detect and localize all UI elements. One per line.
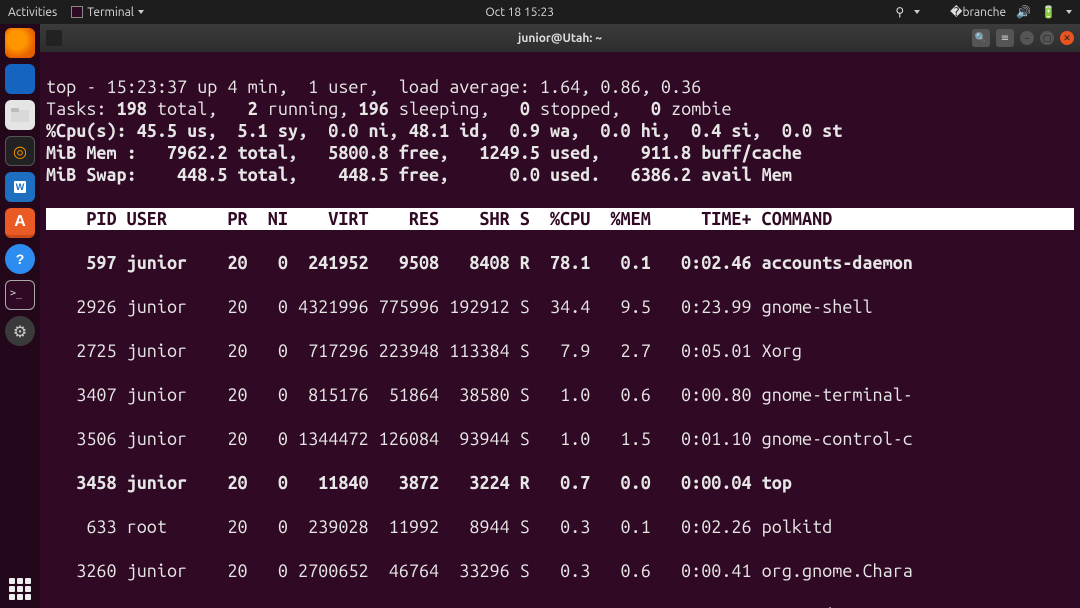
launcher-dock: ◎ W A ? ⚙ [0,24,40,608]
app-menu-label: Terminal [87,6,134,19]
libreoffice-writer-icon[interactable]: W [5,172,35,202]
process-row: 2926 junior 20 0 4321996 775996 192912 S… [46,296,1074,318]
minimize-button[interactable]: – [1020,31,1034,45]
process-row: 3506 junior 20 0 1344472 126084 93944 S … [46,428,1074,450]
hamburger-menu-icon[interactable]: ≡ [996,29,1014,47]
top-swap-line: MiB Swap: 448.5 total, 448.5 free, 0.0 u… [46,165,792,185]
process-row: 3260 junior 20 0 2700652 46764 33296 S 0… [46,560,1074,582]
chevron-down-icon [1066,10,1072,14]
maximize-button[interactable]: ▢ [1040,31,1054,45]
battery-icon: 🔋 [1041,5,1056,19]
gnome-top-panel: Activities Terminal Oct 18 15:23 ⚲ �bran… [0,0,1080,24]
terminal-small-icon [71,6,83,18]
terminal-launcher-icon[interactable] [5,280,35,310]
settings-icon[interactable]: ⚙ [5,316,35,346]
terminal-window: junior@Utah: ~ 🔍 ≡ – ▢ ✕ top - 15:23:37 … [40,24,1080,608]
window-titlebar[interactable]: junior@Utah: ~ 🔍 ≡ – ▢ ✕ [40,24,1080,52]
thunderbird-icon[interactable] [5,64,35,94]
process-row: 633 root 20 0 239028 11992 8944 S 0.3 0.… [46,516,1074,538]
top-mem-line: MiB Mem : 7962.2 total, 5800.8 free, 124… [46,143,802,163]
close-button[interactable]: ✕ [1060,31,1074,45]
firefox-icon[interactable] [5,28,35,58]
process-row: 3458 junior 20 0 11840 3872 3224 R 0.7 0… [46,472,1074,494]
process-row: 3407 junior 20 0 815176 51864 38580 S 1.… [46,384,1074,406]
process-header-row: PID USER PR NI VIRT RES SHR S %CPU %MEM … [46,208,1074,230]
status-area[interactable]: ⚲ �branche 🔊 🔋 [895,5,1072,19]
window-title: junior@Utah: ~ [40,32,1080,45]
top-summary-line: top - 15:23:37 up 4 min, 1 user, load av… [46,77,701,97]
accessibility-icon: ⚲ [895,5,904,19]
top-cpu-line: %Cpu(s): 45.5 us, 5.1 sy, 0.0 ni, 48.1 i… [46,121,842,141]
new-tab-button[interactable] [46,30,62,46]
network-icon: �branche [950,5,1006,19]
volume-icon: 🔊 [1016,5,1031,19]
terminal-output[interactable]: top - 15:23:37 up 4 min, 1 user, load av… [40,52,1080,608]
chevron-down-icon [914,10,920,14]
top-tasks-line: Tasks: 198 total, 2 running, 196 sleepin… [46,99,732,119]
activities-button[interactable]: Activities [8,6,57,19]
rhythmbox-icon[interactable]: ◎ [5,136,35,166]
process-row: 597 junior 20 0 241952 9508 8408 R 78.1 … [46,252,1074,274]
process-row: 2725 junior 20 0 717296 223948 113384 S … [46,340,1074,362]
show-applications-button[interactable] [0,578,40,600]
search-icon[interactable]: 🔍 [972,29,990,47]
help-icon[interactable]: ? [5,244,35,274]
files-icon[interactable] [5,100,35,130]
clock-label[interactable]: Oct 18 15:23 [144,6,895,19]
process-list: 597 junior 20 0 241952 9508 8408 R 78.1 … [46,252,1074,608]
app-menu[interactable]: Terminal [71,6,144,19]
process-row: 1 root 20 0 102124 11604 8364 S 0.0 0.1 … [46,604,1074,608]
ubuntu-software-icon[interactable]: A [5,208,35,238]
